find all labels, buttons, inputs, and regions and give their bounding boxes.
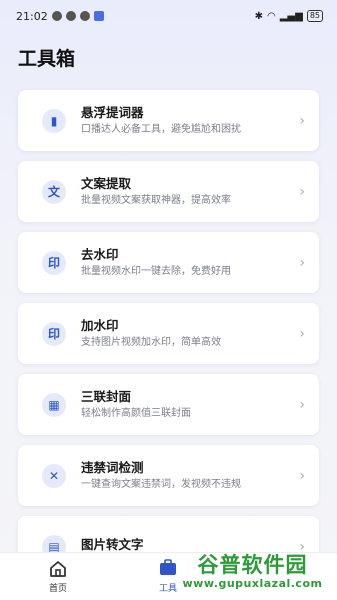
tool-subtitle: 支持图片视频加水印，简单高效 bbox=[81, 337, 221, 348]
tool-card-teleprompter[interactable]: ▮ 悬浮提词器 口播达人必备工具，避免尴尬和困扰 › bbox=[18, 90, 319, 151]
add-watermark-icon: 印 bbox=[42, 321, 66, 346]
notification-icon bbox=[65, 11, 76, 21]
chevron-right-icon: › bbox=[299, 325, 305, 342]
bluetooth-icon: ✱ bbox=[254, 10, 263, 22]
tool-card-remove-watermark[interactable]: 印 去水印 批量视频水印一键去除，免费好用 › bbox=[18, 232, 319, 293]
nav-home-label: 首页 bbox=[48, 584, 67, 594]
tool-title: 三联封面 bbox=[81, 389, 132, 404]
watermark-url: www.gupuxlazal.com bbox=[182, 577, 323, 590]
tool-title: 加水印 bbox=[81, 318, 119, 333]
tool-subtitle: 批量视频水印一键去除，免费好用 bbox=[81, 266, 231, 277]
message-icon bbox=[51, 11, 62, 21]
banned-word-icon: ✕ bbox=[42, 463, 66, 488]
signal-icon: ▂▄▆ bbox=[279, 10, 303, 22]
tool-card-add-watermark[interactable]: 印 加水印 支持图片视频加水印，简单高效 › bbox=[18, 303, 319, 364]
page-title: 工具箱 bbox=[18, 48, 76, 70]
tool-subtitle: 轻松制作高颜值三联封面 bbox=[81, 408, 191, 419]
tool-card-triple-cover[interactable]: ▦ 三联封面 轻松制作高颜值三联封面 › bbox=[18, 374, 319, 435]
tool-list: ▮ 悬浮提词器 口播达人必备工具，避免尴尬和困扰 › 文 文案提取 批量视频文案… bbox=[18, 90, 319, 587]
status-left: 21:02 bbox=[16, 10, 104, 23]
tool-title: 去水印 bbox=[81, 247, 119, 262]
site-watermark: 谷普软件园 www.gupuxlazal.com bbox=[168, 543, 337, 600]
status-bar: 21:02 ✱ ◠ ▂▄▆ 85 bbox=[0, 0, 337, 32]
chevron-right-icon: › bbox=[299, 112, 305, 129]
watermark-title: 谷普软件园 bbox=[197, 553, 308, 577]
text-extract-icon: 文 bbox=[42, 179, 66, 204]
chevron-right-icon: › bbox=[299, 467, 305, 484]
chevron-right-icon: › bbox=[299, 396, 305, 413]
tool-subtitle: 一键查询文案违禁词，发视频不违规 bbox=[81, 479, 241, 490]
tool-title: 违禁词检测 bbox=[81, 460, 144, 475]
status-right: ✱ ◠ ▂▄▆ 85 bbox=[255, 10, 323, 22]
status-time: 21:02 bbox=[16, 9, 48, 23]
tool-subtitle: 口播达人必备工具，避免尴尬和困扰 bbox=[81, 124, 241, 135]
tool-card-banned-word[interactable]: ✕ 违禁词检测 一键查询文案违禁词，发视频不违规 › bbox=[18, 445, 319, 506]
battery-icon: 85 bbox=[306, 10, 323, 22]
chevron-right-icon: › bbox=[299, 183, 305, 200]
tool-card-text-extract[interactable]: 文 文案提取 批量视频文案获取神器，提高效率 › bbox=[18, 161, 319, 222]
settings-icon bbox=[79, 11, 90, 21]
teleprompter-icon: ▮ bbox=[42, 108, 66, 133]
remove-watermark-icon: 印 bbox=[42, 250, 66, 275]
tool-title: 悬浮提词器 bbox=[81, 105, 144, 120]
tool-subtitle: 批量视频文案获取神器，提高效率 bbox=[81, 195, 231, 206]
nav-home[interactable]: 首页 bbox=[44, 559, 72, 594]
wifi-icon: ◠ bbox=[267, 10, 276, 22]
app-notification-icon bbox=[93, 11, 104, 21]
home-icon bbox=[50, 561, 66, 577]
tool-title: 文案提取 bbox=[81, 176, 132, 191]
triple-cover-icon: ▦ bbox=[42, 392, 66, 417]
chevron-right-icon: › bbox=[299, 254, 305, 271]
